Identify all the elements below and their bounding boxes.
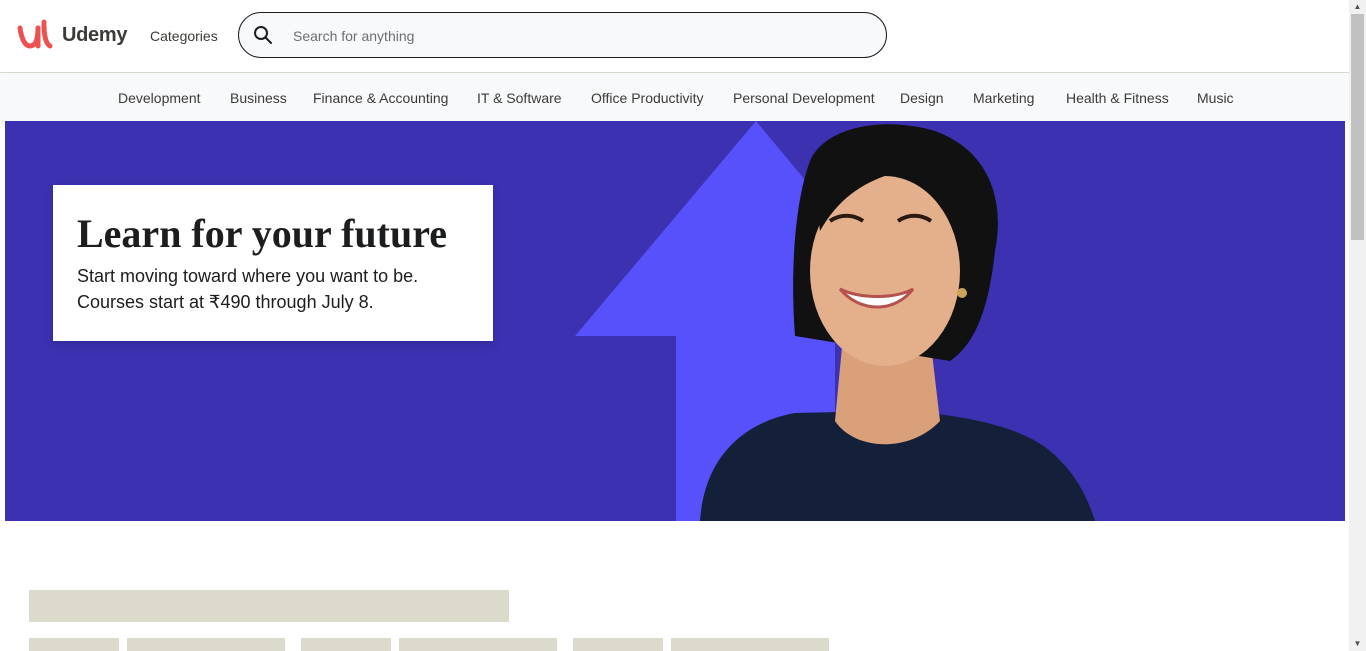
skeleton-tab [301, 638, 391, 651]
logo-text: Udemy [62, 23, 128, 46]
site-header: Udemy Categories [0, 0, 1349, 73]
hero-subtitle-line-1: Start moving toward where you want to be… [77, 266, 419, 286]
search-bar[interactable] [238, 12, 887, 58]
skeleton-tab [399, 638, 557, 651]
hero-subtitle: Start moving toward where you want to be… [77, 263, 469, 315]
nav-item-finance-accounting[interactable]: Finance & Accounting [313, 90, 448, 106]
categories-menu-button[interactable]: Categories [150, 28, 218, 44]
skeleton-tab [573, 638, 663, 651]
scrollbar-thumb[interactable] [1351, 14, 1364, 240]
scroll-down-icon[interactable]: ▼ [1349, 637, 1366, 651]
search-input[interactable] [291, 23, 875, 49]
udemy-logo[interactable]: Udemy [16, 18, 128, 52]
nav-item-development[interactable]: Development [118, 90, 201, 106]
hero-subtitle-line-2: Courses start at ₹490 through July 8. [77, 292, 374, 312]
hero-card: Learn for your future Start moving towar… [53, 185, 493, 341]
scroll-up-icon[interactable]: ▲ [1349, 0, 1366, 14]
skeleton-tab [29, 638, 119, 651]
nav-item-music[interactable]: Music [1197, 90, 1234, 106]
skeleton-tab [127, 638, 285, 651]
nav-item-marketing[interactable]: Marketing [973, 90, 1034, 106]
vertical-scrollbar[interactable]: ▲ ▼ [1349, 0, 1366, 651]
udemy-logo-icon [17, 19, 53, 49]
hero-banner[interactable]: Learn for your future Start moving towar… [5, 121, 1345, 521]
skeleton-tab [671, 638, 829, 651]
nav-item-health-fitness[interactable]: Health & Fitness [1066, 90, 1169, 106]
skeleton-heading [29, 590, 509, 622]
nav-item-design[interactable]: Design [900, 90, 944, 106]
nav-item-office-productivity[interactable]: Office Productivity [591, 90, 704, 106]
category-nav: Development Business Finance & Accountin… [0, 73, 1349, 121]
hero-title: Learn for your future [77, 211, 447, 256]
nav-item-it-software[interactable]: IT & Software [477, 90, 562, 106]
search-icon[interactable] [253, 25, 273, 45]
nav-item-personal-development[interactable]: Personal Development [733, 90, 875, 106]
nav-item-business[interactable]: Business [230, 90, 287, 106]
